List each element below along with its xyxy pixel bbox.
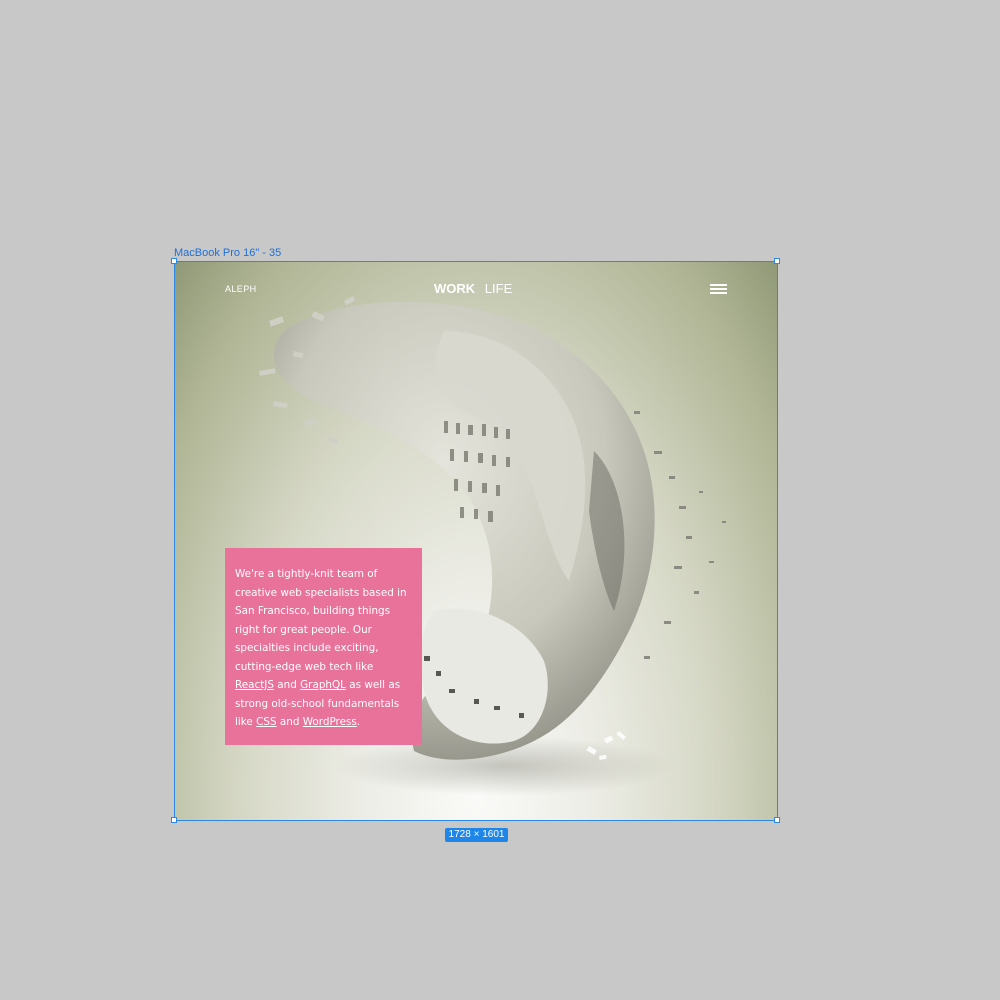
intro-text-2: and <box>273 679 301 691</box>
nav-link-life[interactable]: LIFE <box>485 281 512 296</box>
size-badge: 1728 × 1601 <box>445 828 508 842</box>
hamburger-menu-icon[interactable] <box>710 284 727 294</box>
intro-text-5: . <box>356 716 361 728</box>
artboard[interactable]: ALEPH WORK LIFE We're a tightly-knit tea… <box>174 261 778 821</box>
link-wordpress[interactable]: WordPress <box>303 716 357 728</box>
intro-text-1: We're a tightly-knit team of creative we… <box>235 568 407 673</box>
frame-label[interactable]: MacBook Pro 16" - 35 <box>174 247 281 259</box>
resize-handle-top-left[interactable] <box>171 258 177 264</box>
resize-handle-bottom-left[interactable] <box>171 817 177 823</box>
link-css[interactable]: CSS <box>256 716 276 728</box>
site-logo[interactable]: ALEPH <box>225 284 257 294</box>
link-reactjs[interactable]: ReactJS <box>235 679 274 691</box>
resize-handle-bottom-right[interactable] <box>774 817 780 823</box>
intro-text-4: and <box>276 716 303 728</box>
resize-handle-top-right[interactable] <box>774 258 780 264</box>
link-graphql[interactable]: GraphQL <box>300 679 346 691</box>
nav-link-work[interactable]: WORK <box>434 281 475 296</box>
intro-text-box: We're a tightly-knit team of creative we… <box>225 548 422 745</box>
top-nav: WORK LIFE <box>434 281 512 296</box>
